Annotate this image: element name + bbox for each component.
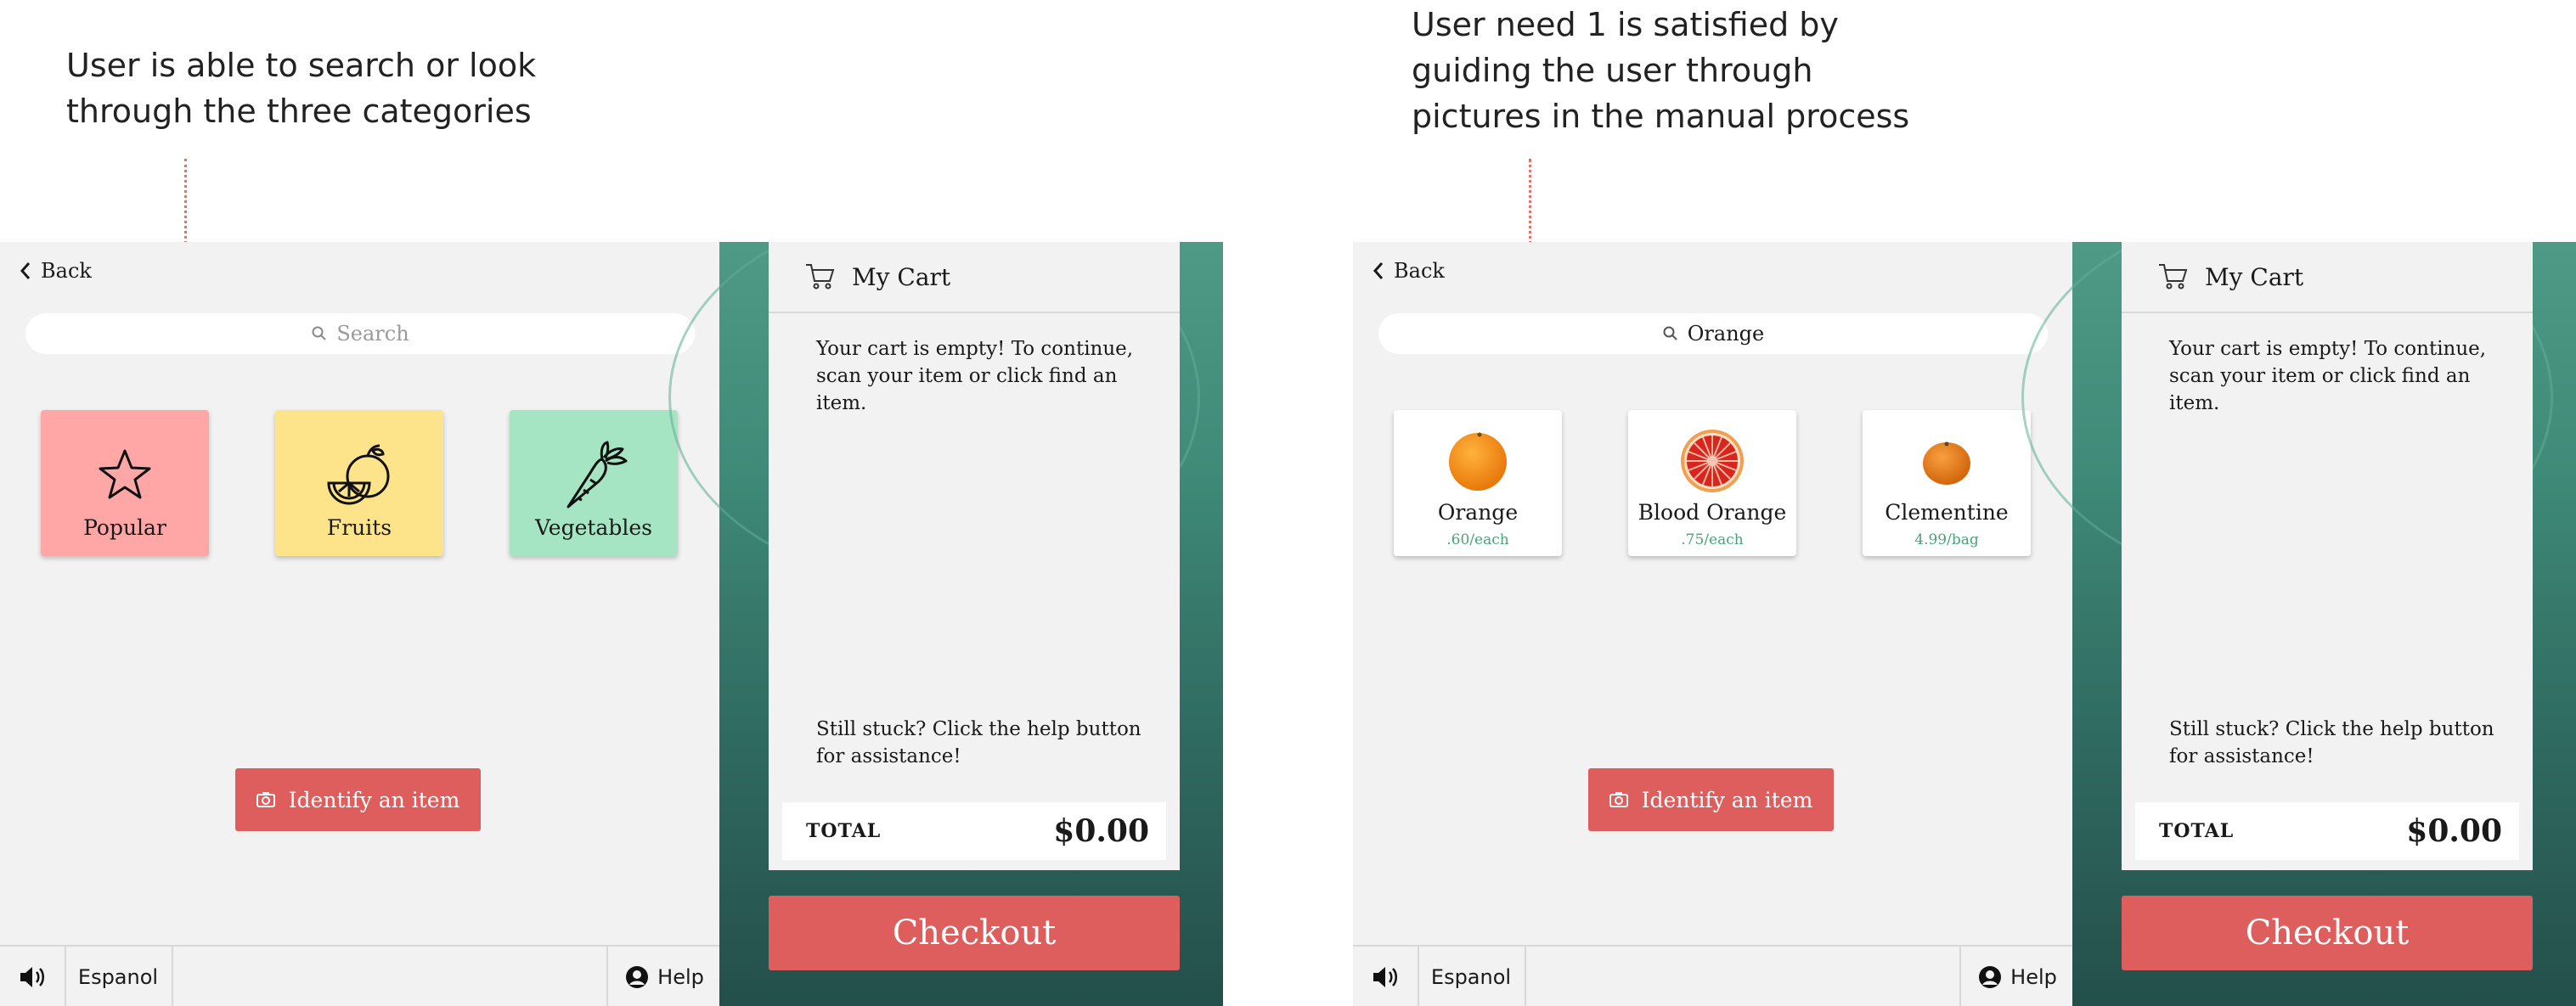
clementine-icon xyxy=(1920,429,1973,493)
camera-icon xyxy=(1609,792,1628,807)
bottom-bar: Espanol Help xyxy=(1353,945,2072,1006)
camera-icon xyxy=(256,792,275,807)
annotation-search-categories: User is able to search or look through t… xyxy=(66,47,537,130)
category-label: Fruits xyxy=(326,515,392,540)
star-icon xyxy=(97,439,153,510)
identify-item-label: Identify an item xyxy=(1641,787,1813,812)
search-value: Orange xyxy=(1687,322,1765,346)
search-icon xyxy=(1663,326,1677,340)
product-tile-clementine[interactable]: Clementine 4.99/bag xyxy=(1863,410,2031,556)
cart-empty-message: Your cart is empty! To continue, scan yo… xyxy=(2169,338,2487,414)
cart-total: TOTAL $0.00 xyxy=(782,802,1166,860)
checkout-button[interactable]: Checkout xyxy=(2122,896,2533,970)
chevron-left-icon xyxy=(1373,262,1384,279)
volume-button[interactable] xyxy=(1353,947,1419,1006)
search-input[interactable]: Orange xyxy=(1378,313,2048,354)
category-tile-vegetables[interactable]: Vegetables xyxy=(510,410,678,556)
user-circle-icon xyxy=(626,966,649,988)
help-label: Help xyxy=(657,965,704,989)
blood-orange-icon xyxy=(1679,429,1745,493)
back-label: Back xyxy=(1394,259,1445,283)
annotation-user-need: User need 1 is satisfied by guiding the … xyxy=(1412,6,1910,135)
speaker-icon xyxy=(20,967,44,987)
cart-help-message: Still stuck? Click the help button for a… xyxy=(2169,718,2494,767)
identify-item-button[interactable]: Identify an item xyxy=(1588,768,1834,831)
carrot-icon xyxy=(558,439,629,510)
total-label: TOTAL xyxy=(2159,820,2235,842)
checkout-button[interactable]: Checkout xyxy=(769,896,1180,970)
product-price: .60/each xyxy=(1446,531,1509,548)
back-button[interactable]: Back xyxy=(19,254,92,288)
product-name: Blood Orange xyxy=(1637,500,1787,525)
total-value: $0.00 xyxy=(2406,813,2502,849)
checkout-label: Checkout xyxy=(892,913,1057,953)
cart-total: TOTAL $0.00 xyxy=(2135,802,2519,860)
category-tile-fruits[interactable]: Fruits xyxy=(275,410,443,556)
category-label: Vegetables xyxy=(535,515,652,540)
kiosk-screen-categories: Back Search Popular Fruits Vegetables Id… xyxy=(0,242,1223,1006)
total-label: TOTAL xyxy=(806,820,882,842)
user-circle-icon xyxy=(1979,966,2002,988)
shopping-cart-icon xyxy=(806,264,835,289)
bottom-bar: Espanol Help xyxy=(0,945,719,1006)
language-label: Espanol xyxy=(1430,965,1512,989)
speaker-icon xyxy=(1373,967,1397,987)
help-button[interactable]: Help xyxy=(606,947,721,1006)
language-button[interactable]: Espanol xyxy=(1418,947,1526,1006)
cart-column: My Cart Your cart is empty! To continue,… xyxy=(668,242,1223,1006)
orange-slice-icon xyxy=(324,439,395,510)
category-label: Popular xyxy=(83,515,166,540)
kiosk-screen-search-results: Back Orange Orange .60/each Blood Orange… xyxy=(1353,242,2576,1006)
product-tile-blood-orange[interactable]: Blood Orange .75/each xyxy=(1628,410,1796,556)
identify-item-label: Identify an item xyxy=(288,787,460,812)
language-label: Espanol xyxy=(77,965,159,989)
cart-help-message: Still stuck? Click the help button for a… xyxy=(816,718,1141,767)
cart-column: My Cart Your cart is empty! To continue,… xyxy=(2021,242,2576,1006)
cart-title: My Cart xyxy=(2205,262,2304,291)
language-button[interactable]: Espanol xyxy=(65,947,173,1006)
help-label: Help xyxy=(2010,965,2057,989)
cart-panel: My Cart Your cart is empty! To continue,… xyxy=(769,242,1180,870)
browse-panel: Back Orange Orange .60/each Blood Orange… xyxy=(1353,242,2072,1006)
back-button[interactable]: Back xyxy=(1372,254,1445,288)
product-name: Clementine xyxy=(1885,500,2009,525)
product-price: 4.99/bag xyxy=(1914,531,1979,548)
chevron-left-icon xyxy=(20,262,31,279)
orange-icon xyxy=(1446,429,1509,493)
product-tile-orange[interactable]: Orange .60/each xyxy=(1394,410,1562,556)
browse-panel: Back Search Popular Fruits Vegetables Id… xyxy=(0,242,719,1006)
checkout-label: Checkout xyxy=(2245,913,2410,953)
back-label: Back xyxy=(41,259,92,283)
search-placeholder: Search xyxy=(336,322,409,346)
total-value: $0.00 xyxy=(1053,813,1149,849)
cart-panel: My Cart Your cart is empty! To continue,… xyxy=(2122,242,2533,870)
search-icon xyxy=(312,326,327,340)
shopping-cart-icon xyxy=(2159,264,2188,289)
product-price: .75/each xyxy=(1681,531,1744,548)
help-button[interactable]: Help xyxy=(1959,947,2074,1006)
cart-header: My Cart xyxy=(2122,242,2533,313)
cart-header: My Cart xyxy=(769,242,1180,313)
volume-button[interactable] xyxy=(0,947,66,1006)
product-name: Orange xyxy=(1437,500,1519,525)
cart-empty-message: Your cart is empty! To continue, scan yo… xyxy=(816,338,1134,414)
identify-item-button[interactable]: Identify an item xyxy=(235,768,481,831)
cart-title: My Cart xyxy=(852,262,951,291)
category-tile-popular[interactable]: Popular xyxy=(41,410,209,556)
search-input[interactable]: Search xyxy=(25,313,695,354)
